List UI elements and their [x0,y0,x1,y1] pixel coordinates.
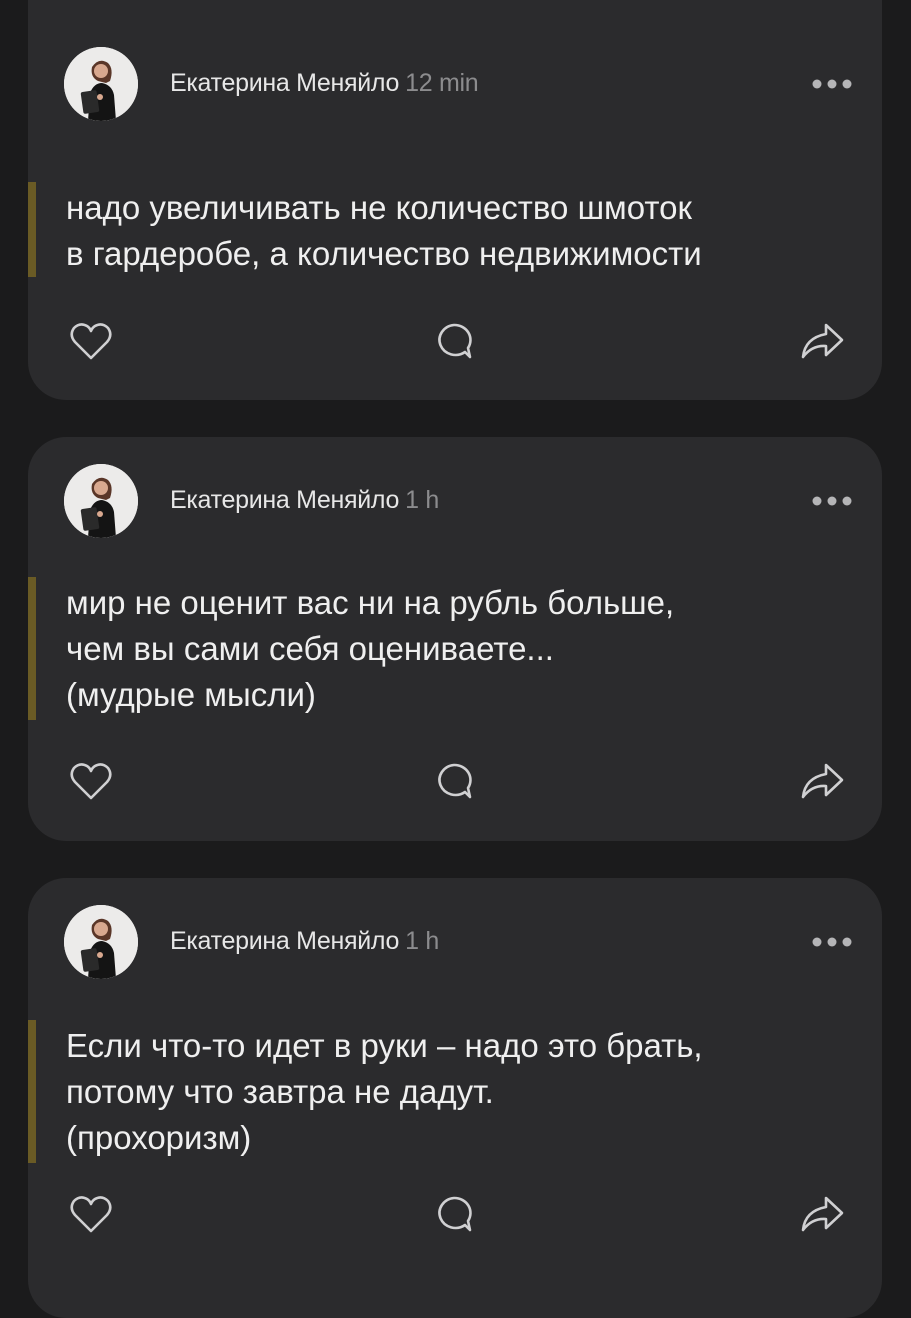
share-button[interactable] [799,758,845,804]
quote-bar [28,182,36,277]
post-text: мир не оценит вас ни на рубль больше, че… [66,584,675,713]
more-dots-icon[interactable] [810,77,854,91]
like-button[interactable] [68,1191,114,1237]
comment-icon [438,323,472,359]
post-card: Екатерина Меняйло 1 h мир не оценит вас н… [28,437,882,841]
author-name[interactable]: Екатерина Меняйло [170,486,399,514]
post-text: Если что-то идет в руки – надо это брать… [66,1027,703,1156]
quote-bar [28,1020,36,1163]
like-button[interactable] [68,758,114,804]
post-card: Екатерина Меняйло 12 min надо увеличивать… [28,0,882,400]
share-icon [801,763,844,799]
author-line: Екатерина Меняйло 12 min [170,69,479,98]
comment-icon [438,1196,472,1232]
post-header: Екатерина Меняйло 12 min [64,47,854,123]
avatar[interactable] [64,905,138,979]
author-line: Екатерина Меняйло 1 h [170,486,439,515]
comment-button[interactable] [431,318,477,364]
post-quote: Если что-то идет в руки – надо это брать… [28,1020,818,1163]
heart-icon [70,1196,112,1233]
comment-button[interactable] [431,1191,477,1237]
avatar-image [64,464,138,538]
share-button[interactable] [799,318,845,364]
quote-bar [28,577,36,720]
post-text: надо увеличивать не количество шмоток в … [66,189,702,272]
more-dots-icon[interactable] [810,935,854,949]
like-button[interactable] [68,318,114,364]
post-header: Екатерина Меняйло 1 h [64,905,854,981]
avatar-image [64,905,138,979]
post-time: 1 h [405,486,439,514]
avatar[interactable] [64,464,138,538]
avatar-image [64,47,138,121]
more-dots-icon[interactable] [810,494,854,508]
heart-icon [70,763,112,800]
share-icon [801,323,844,359]
avatar[interactable] [64,47,138,121]
post-quote: надо увеличивать не количество шмоток в … [28,182,818,277]
post-time: 1 h [405,927,439,955]
share-icon [801,1196,844,1232]
author-name[interactable]: Екатерина Меняйло [170,927,399,955]
author-line: Екатерина Меняйло 1 h [170,927,439,956]
post-quote: мир не оценит вас ни на рубль больше, че… [28,577,818,720]
post-header: Екатерина Меняйло 1 h [64,464,854,540]
comment-button[interactable] [431,758,477,804]
comment-icon [438,763,472,799]
post-card: Екатерина Меняйло 1 h Если что-то идет в … [28,878,882,1318]
author-name[interactable]: Екатерина Меняйло [170,69,399,97]
post-time: 12 min [405,69,479,97]
share-button[interactable] [799,1191,845,1237]
heart-icon [70,323,112,360]
